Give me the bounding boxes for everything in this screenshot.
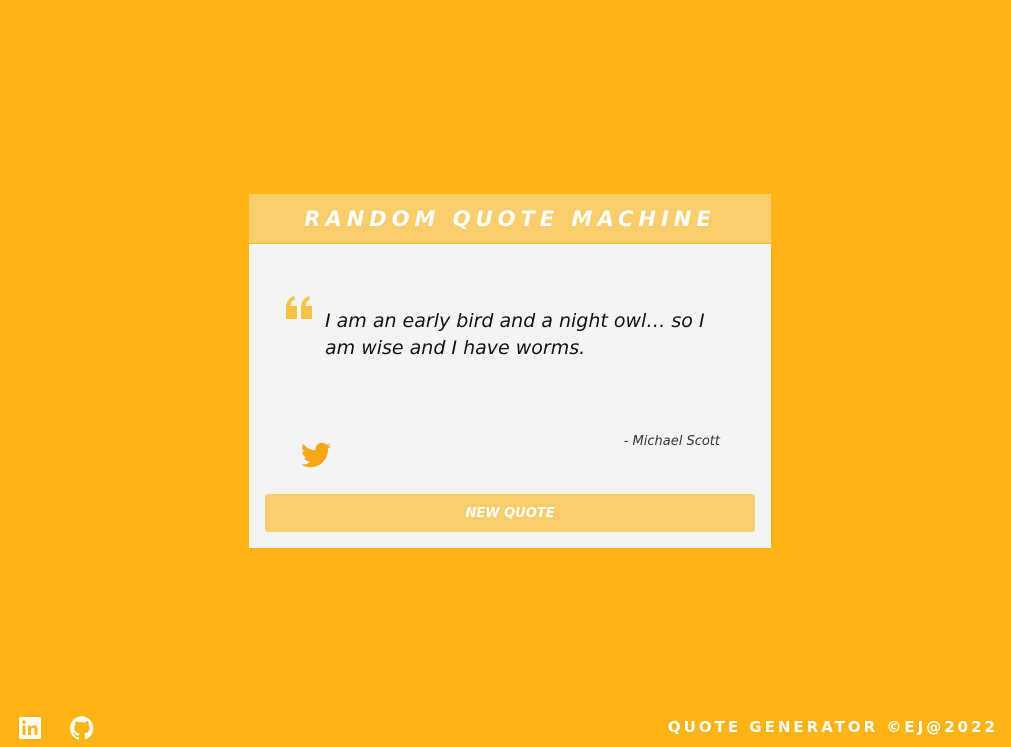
quote-text: I am an early bird and a night owl… so I… — [325, 310, 705, 359]
github-icon — [69, 716, 94, 740]
tweet-quote-button[interactable] — [299, 440, 333, 470]
footer-credit: QUOTE GENERATOR ©EJ@2022 — [667, 718, 998, 736]
quote-author: - Michael Scott — [623, 434, 720, 449]
twitter-icon — [301, 442, 331, 468]
linkedin-icon — [19, 717, 41, 739]
quote-left-icon — [286, 296, 312, 319]
github-link[interactable] — [69, 716, 94, 740]
app-title: RANDOM QUOTE MACHINE — [304, 206, 716, 231]
card-header: RANDOM QUOTE MACHINE — [249, 194, 771, 244]
quote-box: RANDOM QUOTE MACHINE I am an early bird … — [249, 194, 771, 548]
linkedin-link[interactable] — [18, 716, 42, 740]
new-quote-button[interactable]: NEW QUOTE — [265, 494, 755, 532]
